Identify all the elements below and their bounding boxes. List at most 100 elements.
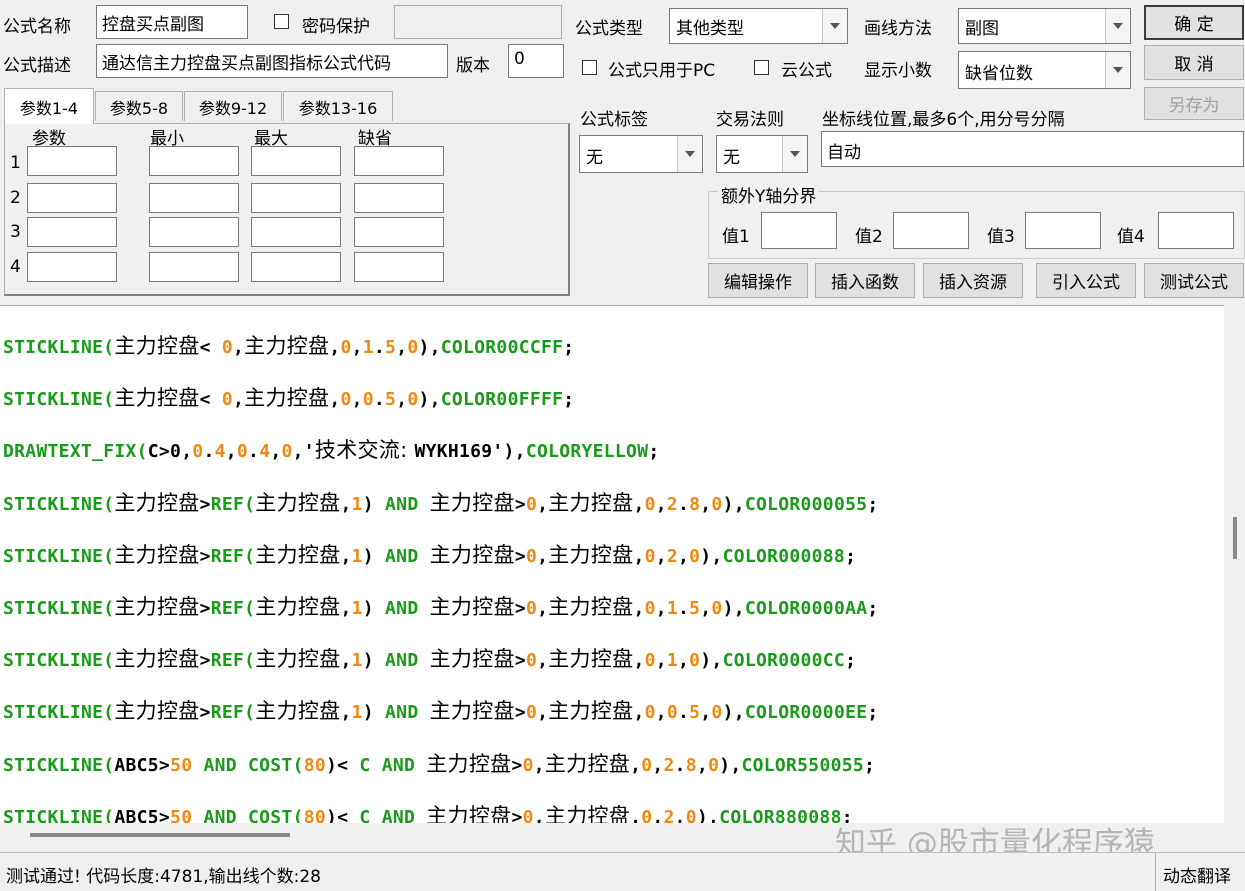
- code-token: 0: [522, 754, 534, 776]
- param-name-input[interactable]: [27, 146, 117, 176]
- code-token: ,: [340, 702, 352, 724]
- param-min-input[interactable]: [149, 252, 239, 282]
- param-name-input[interactable]: [27, 183, 117, 213]
- code-token: ),: [722, 493, 745, 515]
- chevron-down-icon[interactable]: [677, 136, 702, 172]
- param-max-input[interactable]: [251, 252, 341, 282]
- tab-params-9-12[interactable]: 参数9-12: [184, 91, 282, 121]
- code-token: 1: [351, 493, 363, 515]
- code-token: 0: [711, 702, 723, 724]
- code-token: 主力控盘: [114, 595, 200, 619]
- param-default-input[interactable]: [354, 252, 444, 282]
- code-editor[interactable]: STICKLINE(主力控盘< 0,主力控盘,0,1.5,0),COLOR00C…: [0, 305, 1224, 824]
- code-token: >: [199, 702, 211, 724]
- code-token: 2: [666, 545, 678, 567]
- tab-params-13-16[interactable]: 参数13-16: [283, 91, 393, 121]
- formula-desc-label: 公式描述: [3, 56, 71, 76]
- password-checkbox[interactable]: [274, 14, 289, 29]
- test-formula-button[interactable]: 测试公式: [1144, 263, 1244, 298]
- code-token: .: [203, 441, 215, 463]
- param-default-input[interactable]: [354, 183, 444, 213]
- formula-type-select[interactable]: 其他类型: [669, 8, 848, 44]
- param-min-input[interactable]: [149, 217, 239, 247]
- code-token: 0: [711, 493, 723, 515]
- code-line: STICKLINE(ABC5>50 AND COST(80)< C AND 主力…: [3, 800, 853, 824]
- tab-params-5-8[interactable]: 参数5-8: [95, 91, 183, 121]
- import-formula-button[interactable]: 引入公式: [1036, 263, 1136, 298]
- code-token: ,: [633, 493, 645, 515]
- code-token: .: [678, 493, 690, 515]
- value4-label: 值4: [1117, 227, 1145, 247]
- trade-rule-label: 交易法则: [716, 110, 784, 130]
- param-max-input[interactable]: [251, 217, 341, 247]
- version-input[interactable]: 0: [508, 44, 564, 78]
- code-token: ,: [533, 806, 545, 824]
- param-name-input[interactable]: [27, 217, 117, 247]
- insert-function-button[interactable]: 插入函数: [815, 263, 915, 298]
- code-token: 主力控盘: [429, 595, 515, 619]
- code-token: ;: [563, 337, 575, 358]
- value2-input[interactable]: [893, 212, 969, 249]
- code-token: COLOR00FFFF: [440, 389, 564, 411]
- scrollbar-thumb[interactable]: [1233, 517, 1237, 559]
- tab-params-1-4[interactable]: 参数1-4: [4, 88, 94, 124]
- code-token: .: [674, 754, 686, 776]
- code-token: .: [373, 389, 386, 411]
- dynamic-translate-button[interactable]: 动态翻译: [1163, 862, 1231, 887]
- edit-ops-button[interactable]: 编辑操作: [708, 263, 808, 298]
- code-token: REF(: [210, 545, 256, 567]
- code-token: ),: [418, 389, 441, 411]
- cloud-formula-checkbox[interactable]: [754, 60, 769, 75]
- param-max-input[interactable]: [251, 146, 341, 176]
- param-default-input[interactable]: [354, 146, 444, 176]
- code-token: >: [199, 493, 211, 515]
- decimals-value: 缺省位数: [965, 64, 1033, 84]
- cancel-button[interactable]: 取 消: [1144, 45, 1244, 80]
- code-token: 1: [351, 545, 363, 567]
- value1-input[interactable]: [761, 212, 837, 249]
- param-min-input[interactable]: [149, 146, 239, 176]
- chevron-down-icon[interactable]: [1105, 9, 1130, 43]
- trade-rule-select[interactable]: 无: [716, 135, 808, 173]
- code-token: ,: [329, 389, 341, 411]
- code-token: 0: [340, 389, 352, 411]
- code-token: 0: [641, 754, 653, 776]
- save-as-button[interactable]: 另存为: [1144, 87, 1244, 120]
- value3-input[interactable]: [1025, 212, 1101, 249]
- scrollbar-thumb[interactable]: [30, 833, 290, 837]
- chevron-down-icon[interactable]: [822, 9, 847, 43]
- code-token: COLOR00CCFF: [440, 337, 564, 358]
- coord-lines-input[interactable]: 自动: [821, 131, 1244, 167]
- code-token: 0: [641, 806, 653, 824]
- code-token: STICKLINE(: [3, 650, 115, 672]
- pc-only-checkbox[interactable]: [582, 60, 597, 75]
- param-default-input[interactable]: [354, 217, 444, 247]
- draw-method-select[interactable]: 副图: [958, 8, 1131, 44]
- value4-input[interactable]: [1158, 212, 1234, 249]
- code-token: ;: [648, 441, 660, 463]
- formula-name-input[interactable]: 控盘买点副图: [96, 5, 248, 39]
- code-line: DRAWTEXT_FIX(C>0,0.4,0.4,0,'技术交流: WYKH16…: [3, 434, 659, 464]
- code-token: COLOR000055: [744, 493, 868, 515]
- formula-name-label: 公式名称: [3, 17, 71, 37]
- decimals-select[interactable]: 缺省位数: [958, 51, 1131, 89]
- chevron-down-icon[interactable]: [782, 136, 807, 172]
- param-min-input[interactable]: [149, 183, 239, 213]
- code-token: 1: [351, 650, 363, 672]
- code-line: STICKLINE(主力控盘< 0,主力控盘,0,1.5,0),COLOR00C…: [3, 330, 574, 360]
- chevron-down-icon[interactable]: [1105, 52, 1130, 88]
- code-token: >: [199, 650, 211, 672]
- ok-button[interactable]: 确 定: [1144, 5, 1244, 40]
- code-token: REF(: [210, 493, 256, 515]
- code-token: ),: [719, 754, 742, 776]
- code-token: ,: [533, 754, 545, 776]
- param-name-input[interactable]: [27, 252, 117, 282]
- code-token: 0: [525, 598, 538, 619]
- param-max-input[interactable]: [251, 183, 341, 213]
- code-token: ,: [396, 337, 408, 358]
- vertical-scrollbar[interactable]: [1224, 305, 1245, 823]
- insert-resource-button[interactable]: 插入资源: [923, 263, 1023, 298]
- formula-tag-select[interactable]: 无: [579, 135, 703, 173]
- code-token: ,: [630, 806, 642, 824]
- formula-desc-input[interactable]: 通达信主力控盘买点副图指标公式代码: [96, 44, 448, 78]
